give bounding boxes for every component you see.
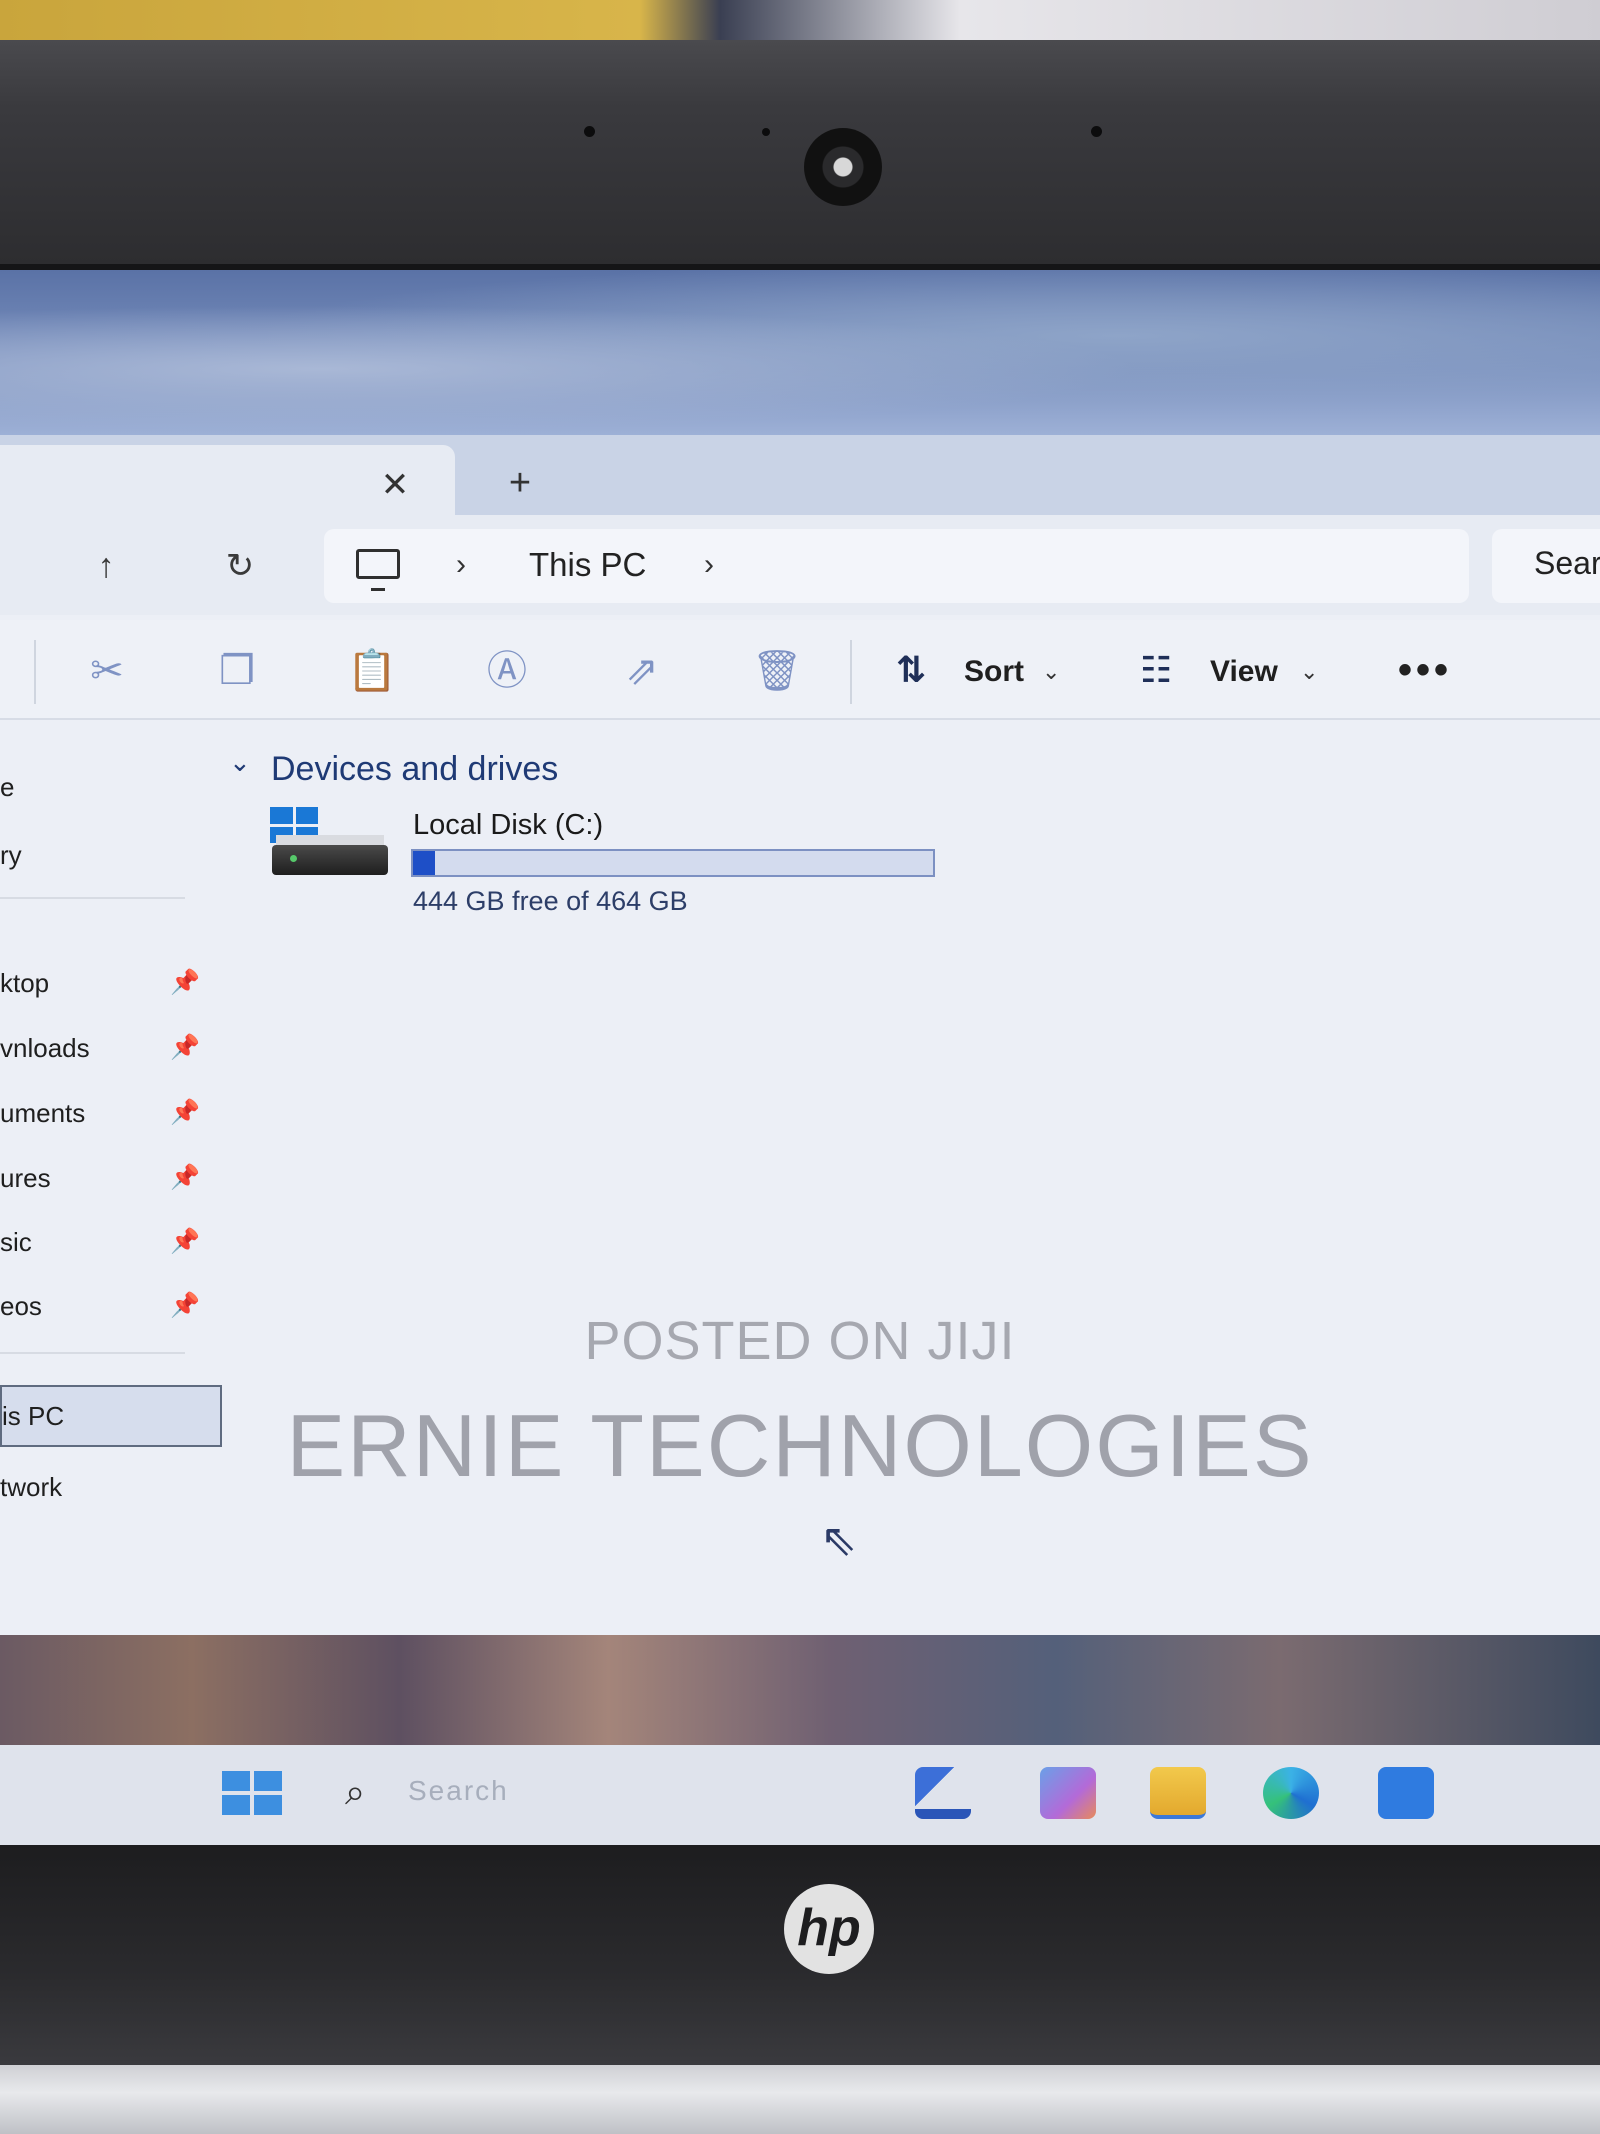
- start-button-icon[interactable]: [222, 1771, 282, 1815]
- sidebar-item-label: uments: [0, 1098, 86, 1128]
- delete-icon[interactable]: 🗑: [750, 644, 804, 698]
- view-icon: ☷: [1140, 649, 1173, 690]
- sidebar-item-label: ures: [0, 1163, 51, 1193]
- command-bar: ✂ ❐ 📋 Ⓐ ⇗ 🗑 ⇅ Sort ⌄ ☷ View ⌄ •••: [0, 620, 1600, 720]
- cut-icon[interactable]: ✂: [80, 644, 134, 698]
- close-tab-icon[interactable]: ✕: [370, 465, 420, 505]
- chevron-right-icon[interactable]: ›: [456, 543, 466, 587]
- pin-icon: 📌: [170, 1228, 200, 1255]
- tab-bar: ✕ +: [0, 435, 1600, 515]
- drive-name: Local Disk (C:): [413, 809, 604, 841]
- navigation-pane: e ry ktop 📌 vnloads 📌 uments 📌 ures 📌 si…: [0, 725, 225, 1635]
- laptop-base: [0, 2065, 1600, 2134]
- sort-label: Sort: [964, 655, 1024, 688]
- content-pane: ⌄ Devices and drives Local Disk (C:) 444…: [225, 725, 1600, 1635]
- divider: [0, 897, 185, 899]
- chevron-down-icon: ⌄: [1042, 659, 1061, 684]
- computer-icon: [356, 549, 400, 591]
- sidebar-item-home[interactable]: e: [0, 767, 200, 807]
- mouse-cursor-icon: ⇖: [820, 1516, 857, 1565]
- rename-icon[interactable]: Ⓐ: [480, 644, 534, 698]
- desktop-wallpaper-rocks: [0, 1635, 1600, 1745]
- watermark-company: ERNIE TECHNOLOGIES: [286, 1396, 1314, 1495]
- address-bar[interactable]: › This PC ›: [324, 529, 1469, 603]
- file-explorer-window: ✕ + ↑ ↻ › This PC › Sear ✂ ❐ 📋 Ⓐ ⇗ 🗑 ⇅ S…: [0, 435, 1600, 1635]
- background-strip: [0, 0, 1600, 40]
- sidebar-item-gallery[interactable]: ry: [0, 835, 200, 875]
- webcam-icon: [804, 128, 882, 206]
- copy-icon[interactable]: ❐: [210, 644, 264, 698]
- search-input[interactable]: Sear: [1492, 529, 1600, 603]
- more-options-icon[interactable]: •••: [1398, 650, 1452, 690]
- taskbar-search-input[interactable]: Search: [408, 1775, 509, 1807]
- divider: [34, 640, 36, 704]
- chevron-right-icon[interactable]: ›: [704, 543, 714, 587]
- microsoft-store-icon[interactable]: [1378, 1767, 1434, 1819]
- watermark-posted-on: POSTED ON JIJI: [584, 1311, 1016, 1371]
- drive-usage-bar: [411, 849, 935, 877]
- new-tab-icon[interactable]: +: [495, 463, 545, 503]
- refresh-icon[interactable]: ↻: [212, 541, 268, 591]
- pin-icon: 📌: [170, 969, 200, 996]
- sidebar-item-pictures[interactable]: ures 📌: [0, 1158, 200, 1198]
- pin-icon: 📌: [170, 1034, 200, 1061]
- view-label: View: [1210, 655, 1278, 688]
- desktop-wallpaper-sky: [0, 270, 1600, 435]
- hard-drive-icon: [270, 807, 390, 887]
- file-explorer-app-icon[interactable]: [1150, 1767, 1206, 1819]
- sidebar-item-downloads[interactable]: vnloads 📌: [0, 1028, 200, 1068]
- divider: [850, 640, 852, 704]
- sensor-dot: [762, 128, 770, 136]
- sidebar-item-label: vnloads: [0, 1033, 90, 1063]
- sidebar-item-desktop[interactable]: ktop 📌: [0, 963, 200, 1003]
- hp-logo-icon: hp: [784, 1884, 874, 1974]
- tab-this-pc[interactable]: ✕: [0, 445, 455, 515]
- sidebar-item-label: ktop: [0, 968, 50, 998]
- pin-icon: 📌: [170, 1164, 200, 1191]
- sensor-dot: [584, 126, 595, 137]
- section-title: Devices and drives: [271, 750, 559, 788]
- sort-icon: ⇅: [896, 649, 927, 690]
- task-view-icon[interactable]: [915, 1767, 971, 1819]
- breadcrumb-this-pc[interactable]: This PC: [529, 543, 646, 587]
- sidebar-item-documents[interactable]: uments 📌: [0, 1093, 200, 1133]
- pin-icon: 📌: [170, 1099, 200, 1126]
- search-label: Sear: [1534, 545, 1600, 581]
- edge-browser-icon[interactable]: [1263, 1767, 1319, 1819]
- drive-usage-fill: [413, 851, 436, 875]
- laptop-top-bezel: [0, 40, 1600, 270]
- sidebar-item-music[interactable]: sic 📌: [0, 1222, 200, 1262]
- sidebar-item-label: sic: [0, 1227, 32, 1257]
- up-arrow-icon[interactable]: ↑: [78, 541, 134, 591]
- search-icon[interactable]: ⌕: [345, 1771, 365, 1814]
- taskbar: ⌕ Search: [0, 1745, 1600, 1845]
- m365-app-icon[interactable]: [1040, 1767, 1096, 1819]
- chevron-down-icon: ⌄: [1300, 659, 1319, 684]
- chevron-down-icon[interactable]: ⌄: [229, 747, 251, 778]
- paste-icon[interactable]: 📋: [345, 644, 399, 698]
- screen: ✕ + ↑ ↻ › This PC › Sear ✂ ❐ 📋 Ⓐ ⇗ 🗑 ⇅ S…: [0, 270, 1600, 1845]
- drive-free-space: 444 GB free of 464 GB: [413, 886, 688, 916]
- sensor-dot: [1091, 126, 1102, 137]
- share-icon[interactable]: ⇗: [615, 644, 669, 698]
- windows-logo-icon: [270, 807, 318, 843]
- navigation-bar: ↑ ↻ › This PC › Sear: [0, 515, 1600, 615]
